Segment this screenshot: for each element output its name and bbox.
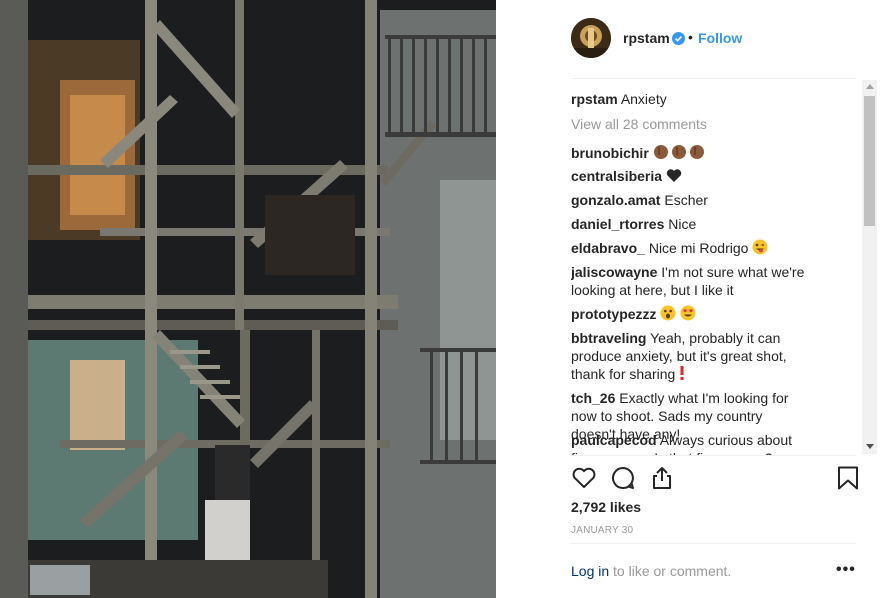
follow-button[interactable]: Follow (698, 30, 742, 46)
comment-item: paulcapecod Always curious about fire es… (571, 431, 811, 455)
comment-item: jaliscowayne I'm not sure what we're loo… (571, 263, 811, 299)
heart-eyes-emoji-icon (680, 305, 696, 325)
comment-username[interactable]: centralsiberia (571, 168, 662, 184)
verified-badge-icon (672, 32, 685, 45)
post-actions-section: 2,792 likes JANUARY 30 Log in to like or… (496, 455, 882, 598)
caption-username[interactable]: rpstam (571, 91, 618, 107)
clapping-hands-emoji-icon (653, 143, 707, 164)
comment-text: Nice (668, 216, 697, 232)
caption: rpstam Anxiety (571, 90, 811, 108)
comment-username[interactable]: jaliscowayne (571, 264, 657, 280)
comments-scrollbar[interactable] (862, 80, 877, 454)
comment-username[interactable]: paulcapecod (571, 432, 657, 448)
view-all-comments-link[interactable]: View all 28 comments (571, 116, 707, 132)
scroll-up-arrow-icon[interactable] (866, 84, 874, 89)
comment-item: prototypezzz (571, 305, 811, 325)
avatar-image (571, 18, 611, 58)
likes-count[interactable]: 2,792 likes (571, 499, 641, 515)
black-heart-emoji-icon (666, 168, 682, 187)
header-divider (571, 78, 856, 79)
comment-username[interactable]: eldabravo_ (571, 240, 645, 256)
astonished-face-emoji-icon (660, 305, 676, 325)
comment-item: eldabravo_ Nice mi Rodrigo (571, 239, 811, 259)
comment-item: gonzalo.amat Escher (571, 191, 811, 209)
comment-bubble-icon[interactable] (610, 465, 636, 491)
comment-item: brunobichir (571, 143, 811, 164)
comment-username[interactable]: brunobichir (571, 145, 649, 161)
actions-divider (571, 455, 856, 456)
comment-username[interactable]: daniel_rtorres (571, 216, 664, 232)
scroll-down-arrow-icon[interactable] (866, 444, 874, 449)
like-heart-icon[interactable] (571, 465, 597, 491)
comment-item: centralsiberia (571, 167, 811, 187)
scrollbar-thumb[interactable] (864, 96, 875, 226)
login-prompt: Log in to like or comment. (571, 563, 731, 579)
save-bookmark-icon[interactable] (835, 465, 861, 491)
post-photo[interactable] (0, 0, 496, 598)
more-options-button[interactable]: ••• (836, 561, 856, 579)
exclamation-mark-emoji-icon (679, 365, 685, 385)
footer-divider (571, 543, 856, 544)
caption-text: Anxiety (620, 91, 667, 107)
comments-list[interactable]: rpstam Anxiety View all 28 comments brun… (571, 80, 861, 455)
share-upload-icon[interactable] (649, 465, 675, 491)
post-details-panel: rpstam • Follow rpstam Anxiety View all … (496, 0, 882, 598)
login-prompt-text: to like or comment. (609, 563, 732, 579)
login-link[interactable]: Log in (571, 563, 609, 579)
photo-image (0, 0, 496, 598)
author-username[interactable]: rpstam (623, 30, 670, 46)
avatar[interactable] (571, 18, 611, 58)
winking-tongue-emoji-icon (752, 239, 768, 259)
separator-dot: • (688, 29, 693, 45)
comment-text: Escher (664, 192, 708, 208)
comment-item: bbtraveling Yeah, probably it can produc… (571, 329, 811, 385)
comment-text: Nice mi Rodrigo (648, 240, 749, 256)
comment-username[interactable]: bbtraveling (571, 330, 646, 346)
comment-username[interactable]: gonzalo.amat (571, 192, 660, 208)
comment-username[interactable]: tch_26 (571, 390, 615, 406)
comment-item: daniel_rtorres Nice (571, 215, 811, 233)
post-header: rpstam • Follow (496, 0, 882, 79)
comment-username[interactable]: prototypezzz (571, 306, 657, 322)
post-date: JANUARY 30 (571, 525, 634, 536)
